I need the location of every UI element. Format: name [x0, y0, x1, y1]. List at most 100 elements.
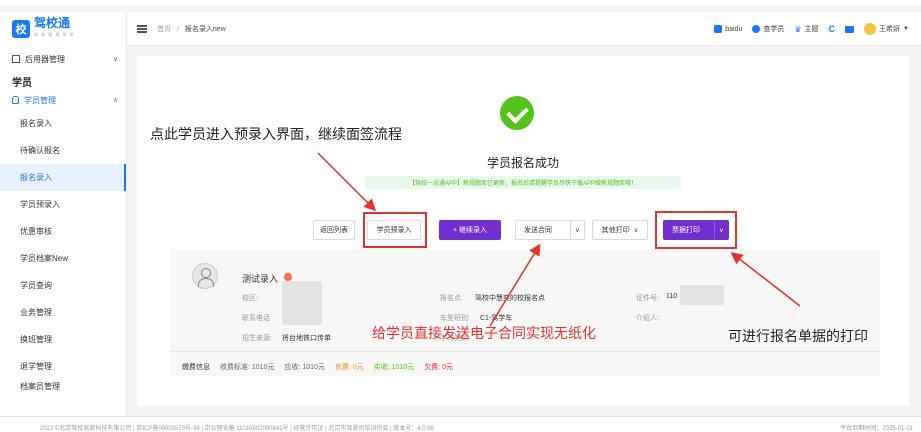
sidebar-item-label: 报名录入 — [20, 173, 52, 182]
logo-tagline: 驾 校 管 理 系 统 — [34, 32, 75, 37]
sidebar-group-student-management[interactable]: 学员管理 ∧ — [0, 90, 126, 110]
sidebar-item-discount-review[interactable]: 优惠审核 — [0, 218, 126, 245]
header-actions: baidu 查学员 ♛ 主题 C 王希妍 ▼ — [714, 12, 909, 46]
annotation-prereg: 点此学员进入预录入界面，继续面签流程 — [150, 126, 402, 142]
sidebar-item-label: 学员查询 — [20, 281, 52, 290]
chevron-down-icon: ∨ — [633, 227, 639, 234]
sidebar-item-student-query[interactable]: 学员查询 — [0, 272, 126, 299]
fullscreen-button[interactable] — [845, 25, 855, 33]
sidebar-item-top[interactable]: 后用器管理 ∨ — [0, 46, 126, 72]
user-name: 王希妍 — [879, 26, 901, 33]
student-name: 测试录入 — [242, 274, 279, 284]
label-reg-point: 报名点: — [440, 295, 463, 302]
back-to-list-button[interactable]: 返回列表 — [313, 220, 355, 240]
logo-icon: 校 — [12, 20, 30, 38]
app-window: 校 驾校通 驾 校 管 理 系 统 后用器管理 ∨ 学员 学员管理 ∧ 报名录入… — [0, 0, 921, 432]
theme-icon: ♛ — [794, 24, 802, 34]
app-notice-banner: 【驾校一点通APP】新规题库已更新，报名后请提醒学员尽快下载APP做新规题库哦！ — [365, 176, 681, 189]
success-check-icon — [500, 96, 534, 130]
sidebar-section-title: 学员 — [12, 77, 32, 89]
label-class-type: 车型班别: — [440, 315, 470, 322]
sidebar-item-label: 优惠审核 — [20, 227, 52, 236]
fee-info-row: 缴费信息 收费标准: 1010元 应收: 1010元 优惠: 0元 实收: 10… — [182, 362, 453, 372]
footer-expiry: 平台到期时间：2025-01-01 — [840, 426, 913, 432]
value-source: 将台地铁口传单 — [282, 335, 331, 342]
sidebar-item-label: 报名录入 — [20, 119, 52, 128]
sidebar-item-label: 业务管理 — [20, 308, 52, 317]
fee-standard: 收费标准: 1010元 — [220, 364, 275, 371]
user-icon — [12, 96, 19, 104]
sidebar-item-label: 换班管理 — [20, 335, 52, 344]
sidebar-item-student-archive[interactable]: 学员档案New — [0, 245, 126, 272]
logo-title: 驾校通 — [34, 16, 71, 30]
sidebar-item-registration-new[interactable]: 报名录入 — [0, 164, 126, 191]
sidebar-item-pending[interactable]: 待确认报名 — [0, 137, 126, 164]
sidebar-item-registration[interactable]: 报名录入 — [0, 110, 126, 137]
baidu-icon — [714, 25, 723, 33]
fee-owed: 欠费: 0元 — [424, 364, 453, 371]
sidebar-item-class-change[interactable]: 换班管理 — [0, 326, 126, 353]
chevron-up-icon: ∧ — [112, 97, 118, 104]
redacted-info — [282, 281, 322, 325]
avatar — [864, 23, 877, 35]
value-id-no: 110 — [666, 293, 678, 300]
baidu-label: baidu — [725, 25, 743, 33]
label-source: 招生来源: — [242, 335, 272, 342]
caret-down-icon: ▼ — [903, 26, 909, 32]
app-logo[interactable]: 校 驾校通 驾 校 管 理 系 统 — [0, 12, 126, 46]
success-title: 学员报名成功 — [486, 156, 559, 170]
sidebar-group-label: 学员管理 — [24, 95, 56, 105]
menu-toggle-icon[interactable] — [137, 24, 147, 33]
value-reg-point: 驾校中慧奕的校报名点 — [475, 295, 545, 302]
sidebar-item-prereg[interactable]: 学员预录入 — [0, 191, 126, 218]
sidebar-item-label: 退学管理 — [20, 362, 52, 371]
fee-receivable: 应收: 1010元 — [284, 364, 325, 371]
student-lookup-button[interactable]: 查学员 — [752, 24, 784, 34]
user-menu[interactable]: 王希妍 ▼ — [864, 23, 909, 35]
theme-button[interactable]: ♛ 主题 — [794, 24, 818, 34]
breadcrumb-home[interactable]: 首页 — [157, 26, 171, 33]
annotation-contract: 给学员直接发送电子合同实现无纸化 — [372, 325, 596, 341]
label-school: 校区: — [242, 295, 258, 302]
footer: 2022 ©北京驾校易联科技有限公司 | 京ICP备09003573号-39 |… — [0, 416, 921, 432]
user-circle-icon — [752, 25, 761, 33]
sidebar-item-label: 待确认报名 — [20, 146, 60, 155]
chevron-down-icon[interactable]: ∨ — [570, 221, 584, 239]
sidebar-item-label: 学员预录入 — [20, 200, 60, 209]
sidebar-item-label: 学员档案New — [20, 254, 69, 263]
breadcrumb-current: 报名录入new — [184, 25, 226, 33]
sidebar-item-archivist[interactable]: 档案员管理 — [0, 380, 126, 392]
main-panel: 学员报名成功 【驾校一点通APP】新规题库已更新，报名后请提醒学员尽快下载APP… — [137, 56, 909, 406]
refresh-icon: C — [828, 24, 836, 34]
chevron-down-icon: ∨ — [112, 56, 118, 63]
label-id-no: 证件号: — [636, 295, 659, 302]
value-class-type: C1-驾学车 — [480, 315, 513, 322]
breadcrumb: 首页 / 报名录入new — [157, 24, 226, 34]
screen-icon — [845, 25, 855, 33]
label-introducer: 介绍人: — [636, 315, 659, 322]
continue-entry-button[interactable]: + 继续录入 — [439, 220, 501, 240]
send-contract-label: 发送合同 — [524, 227, 552, 234]
baidu-link[interactable]: baidu — [714, 25, 742, 33]
logo-name: 驾校通 驾 校 管 理 系 统 — [34, 17, 75, 41]
theme-label: 主题 — [804, 26, 819, 33]
highlight-box-ticket-print — [655, 211, 737, 249]
sidebar-item-business[interactable]: 业务管理 — [0, 299, 126, 326]
other-print-button[interactable]: 其他打印 ∨ — [592, 220, 648, 240]
sidebar-item-label: 档案员管理 — [20, 381, 60, 391]
student-lookup-label: 查学员 — [763, 26, 785, 33]
grid-icon — [12, 55, 20, 63]
sidebar-item-withdraw[interactable]: 退学管理 — [0, 353, 126, 380]
highlight-box-prereg — [363, 212, 427, 248]
other-print-label: 其他打印 — [601, 227, 630, 234]
refresh-button[interactable]: C — [829, 24, 836, 34]
sidebar-item-label: 后用器管理 — [25, 54, 65, 64]
send-contract-button[interactable]: 发送合同 ∨ — [515, 220, 585, 240]
divider — [170, 351, 880, 352]
sidebar: 校 驾校通 驾 校 管 理 系 统 后用器管理 ∨ 学员 学员管理 ∧ 报名录入… — [0, 12, 127, 416]
status-badge — [284, 273, 292, 281]
fee-title: 缴费信息 — [182, 364, 210, 371]
redacted-id — [680, 285, 724, 305]
fee-discount: 优惠: 0元 — [334, 364, 364, 371]
footer-copyright: 2022 ©北京驾校易联科技有限公司 | 京ICP备09003573号-39 |… — [40, 426, 434, 432]
